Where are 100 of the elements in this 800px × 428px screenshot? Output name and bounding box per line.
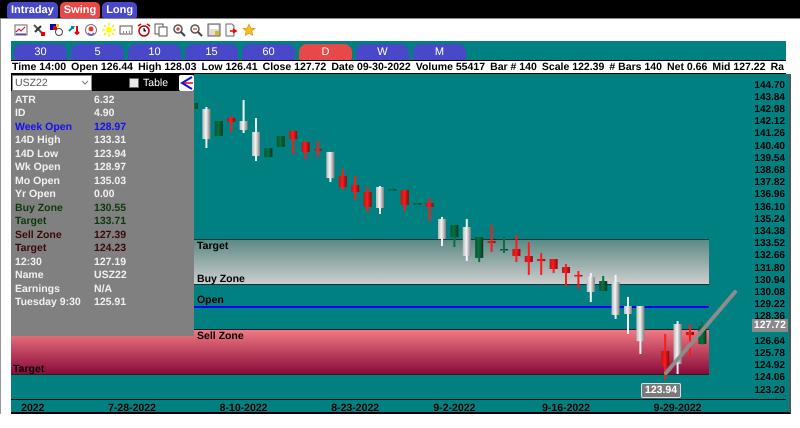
price-axis-label: 142.12 (754, 116, 785, 128)
candlestick (586, 272, 595, 302)
mode-tab[interactable]: Swing (60, 2, 100, 18)
alarm-clock-icon[interactable] (136, 23, 150, 37)
candlestick (562, 264, 570, 286)
candlestick (674, 321, 682, 374)
stat-label: ATR (15, 94, 37, 106)
zone-label: Target (13, 363, 44, 375)
stat-label: Buy Zone (15, 202, 64, 214)
stat-label: 14D Low (15, 148, 60, 160)
timeframe-tab[interactable]: 60 (242, 44, 295, 60)
stat-label: Target (15, 242, 48, 254)
timeframe-tab[interactable]: 5 (71, 44, 124, 60)
stat-value: 133.31 (94, 134, 126, 146)
stat-value: 4.90 (94, 107, 114, 120)
chart-icon[interactable] (14, 23, 28, 37)
candlestick (488, 225, 496, 252)
date-axis-label: 7-28-2022 (108, 402, 156, 412)
star-icon[interactable] (242, 23, 256, 37)
ellipsis-icon[interactable] (119, 23, 133, 37)
price-axis-label: 123.20 (754, 384, 785, 396)
info-field: Mid 127.22 (712, 61, 766, 73)
timeframe-tab[interactable]: 15 (185, 44, 238, 60)
candlestick (252, 118, 260, 162)
price-axis-label: 130.08 (754, 286, 785, 298)
save-icon[interactable] (206, 23, 220, 37)
stat-label: Week Open (15, 120, 73, 133)
candlestick (338, 168, 347, 190)
candlestick (302, 141, 310, 160)
stat-value: N/A (94, 282, 112, 295)
candlestick (240, 100, 248, 133)
date-axis-label: 9-29-2022 (654, 402, 702, 412)
stat-label: Yr Open (15, 188, 57, 200)
price-axis-label: 140.40 (754, 140, 785, 152)
checkbox-label: Table (143, 76, 168, 88)
candlestick (364, 187, 372, 212)
price-axis-label: 143.84 (754, 92, 785, 103)
mode-tab[interactable]: Long (102, 2, 138, 18)
price-axis-label: 139.54 (754, 152, 785, 164)
timeframe-tab[interactable]: M (413, 44, 466, 60)
price-axis-label: 135.24 (754, 214, 785, 225)
zoom-out-icon[interactable] (189, 23, 203, 37)
symbol-dropdown[interactable]: USZ22 (12, 74, 92, 90)
candlestick (438, 216, 446, 246)
stat-label: ID (15, 107, 26, 120)
table-checkbox[interactable] (129, 78, 139, 88)
stat-value: 6.32 (94, 94, 114, 106)
candlestick (574, 270, 582, 289)
stat-label: Target (15, 215, 48, 228)
info-field: Ra (770, 61, 784, 73)
price-axis-label: 133.52 (754, 238, 785, 250)
info-field: Open 126.44 (71, 61, 134, 73)
info-field: # Bars 140 (609, 61, 662, 73)
stat-value: 130.55 (94, 202, 126, 214)
stat-label: Tuesday 9:30 (15, 296, 82, 308)
price-axis-label: 141.26 (754, 128, 785, 140)
copy-icon[interactable] (154, 23, 168, 37)
price-axis-label: 142.98 (754, 104, 785, 115)
info-field: High 128.03 (138, 61, 196, 73)
candlestick (500, 237, 508, 253)
price-axis-label: 136.10 (754, 202, 785, 212)
candlestick (599, 276, 608, 291)
info-field: Close 127.72 (262, 61, 326, 73)
info-field: Time 14:00 (12, 61, 66, 73)
stat-value: 123.94 (94, 148, 126, 160)
candlestick (475, 237, 484, 262)
price-axis-label: 126.64 (754, 336, 785, 347)
timeframe-tab[interactable]: 10 (128, 44, 181, 60)
candlestick (537, 252, 546, 275)
price-axis-label: 131.80 (754, 262, 785, 274)
export-icon[interactable] (224, 23, 238, 37)
zoom-in-icon[interactable] (172, 23, 186, 37)
price-axis-label: 136.96 (754, 189, 785, 200)
date-axis-label: 8-23-2022 (331, 402, 380, 412)
candlestick (612, 274, 620, 319)
zone-label: Sell Zone (197, 330, 244, 342)
candlestick (624, 296, 632, 334)
stat-label: Mo Open (15, 174, 61, 187)
arrows-icon[interactable] (66, 23, 80, 37)
price-axis-label: 137.82 (754, 177, 785, 188)
candlestick (351, 176, 360, 200)
candlestick (214, 121, 223, 136)
timeframe-tab[interactable]: W (356, 44, 409, 60)
info-field: Net 0.66 (667, 61, 708, 73)
date-axis-label: 9-2-2022 (433, 402, 476, 412)
stat-value: USZ22 (94, 269, 127, 282)
current-price-tag: 127.72 (752, 319, 788, 332)
price-axis-label: 134.38 (754, 226, 785, 237)
candlestick (376, 186, 384, 214)
candlestick (462, 219, 471, 262)
candlestick (450, 225, 458, 247)
mode-tab[interactable]: Intraday (7, 2, 58, 18)
timeframe-tab[interactable]: D (299, 44, 352, 60)
date-axis-label: 9-16-2022 (542, 402, 590, 412)
timeframe-tab[interactable]: 30 (14, 44, 67, 60)
zone-label: Buy Zone (197, 273, 245, 285)
price-axis-label: 144.70 (754, 80, 785, 90)
candlestick (276, 136, 285, 147)
collapse-arrow-icon[interactable] (179, 75, 194, 91)
chevron-down-icon (81, 80, 89, 85)
